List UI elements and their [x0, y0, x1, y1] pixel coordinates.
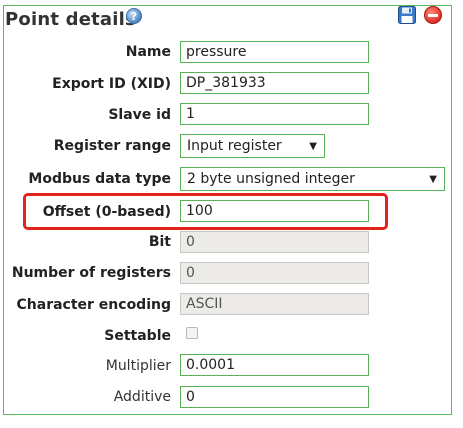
additive-label: Additive: [113, 389, 171, 405]
delete-icon[interactable]: [424, 6, 442, 24]
dropdown-arrow-icon: ▼: [429, 174, 437, 185]
data-type-label: Modbus data type: [28, 171, 171, 187]
name-label: Name: [125, 44, 171, 60]
dropdown-arrow-icon: ▼: [309, 141, 317, 152]
bit-label: Bit: [148, 234, 171, 250]
settable-checkbox[interactable]: [186, 327, 198, 339]
xid-input[interactable]: DP_381933: [180, 72, 369, 94]
offset-input[interactable]: 100: [180, 200, 369, 222]
slave-id-label: Slave id: [108, 107, 171, 123]
char-encoding-input: ASCII: [180, 293, 369, 315]
register-range-value: Input register: [187, 138, 282, 154]
register-range-select[interactable]: Input register ▼: [180, 134, 325, 158]
additive-input[interactable]: 0: [180, 386, 369, 408]
multiplier-label: Multiplier: [105, 358, 171, 374]
num-registers-input: 0: [180, 262, 369, 284]
data-type-select[interactable]: 2 byte unsigned integer ▼: [180, 167, 445, 191]
save-icon[interactable]: [398, 6, 416, 24]
help-icon[interactable]: ?: [126, 8, 142, 24]
name-input[interactable]: pressure: [180, 41, 369, 63]
register-range-label: Register range: [53, 138, 171, 154]
bit-input: 0: [180, 231, 369, 253]
panel-title: Point details: [5, 9, 136, 30]
multiplier-input[interactable]: 0.0001: [180, 354, 369, 376]
offset-label: Offset (0-based): [42, 204, 171, 220]
slave-id-input[interactable]: 1: [180, 103, 369, 125]
settable-label: Settable: [104, 328, 171, 344]
data-type-value: 2 byte unsigned integer: [187, 171, 355, 187]
xid-label: Export ID (XID): [52, 76, 171, 92]
num-registers-label: Number of registers: [11, 265, 171, 281]
char-encoding-label: Character encoding: [16, 297, 172, 313]
